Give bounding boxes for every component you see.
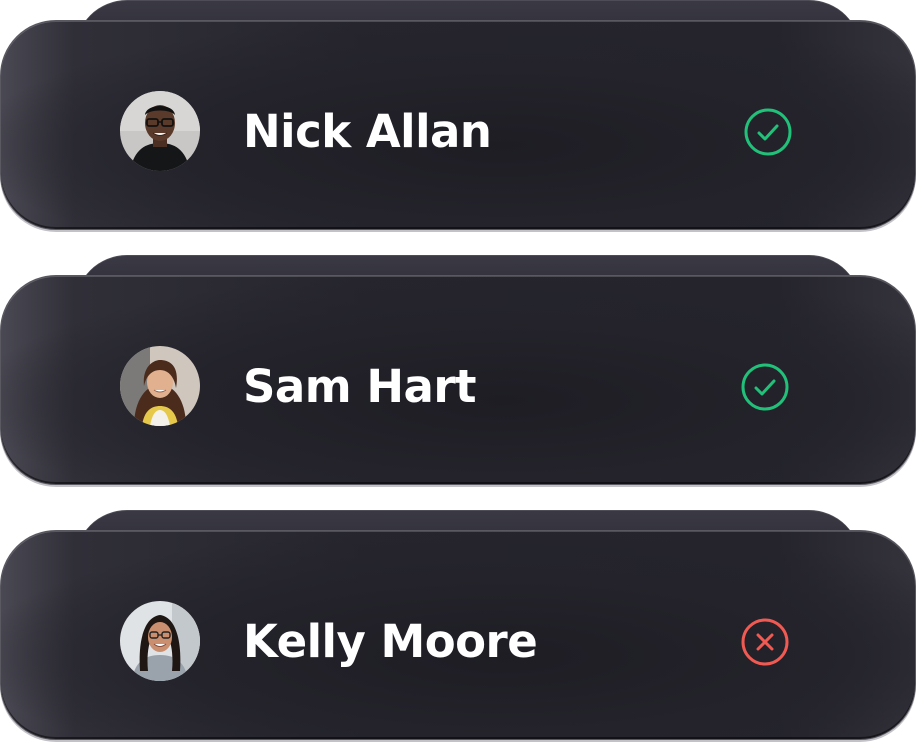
avatar bbox=[120, 346, 200, 426]
user-card[interactable]: Kelly Moore bbox=[0, 530, 916, 740]
user-name: Nick Allan bbox=[243, 105, 492, 158]
check-circle-icon bbox=[743, 107, 793, 157]
x-circle-icon bbox=[740, 617, 790, 667]
user-name: Sam Hart bbox=[243, 360, 477, 413]
check-circle-icon bbox=[740, 362, 790, 412]
avatar bbox=[120, 601, 200, 681]
user-card-stack: Sam Hart bbox=[0, 255, 918, 487]
user-name: Kelly Moore bbox=[243, 615, 538, 668]
user-card-stack: Nick Allan bbox=[0, 0, 918, 232]
user-card[interactable]: Nick Allan bbox=[0, 20, 916, 230]
avatar bbox=[120, 91, 200, 171]
user-card[interactable]: Sam Hart bbox=[0, 275, 916, 485]
user-card-stack: Kelly Moore bbox=[0, 510, 918, 742]
